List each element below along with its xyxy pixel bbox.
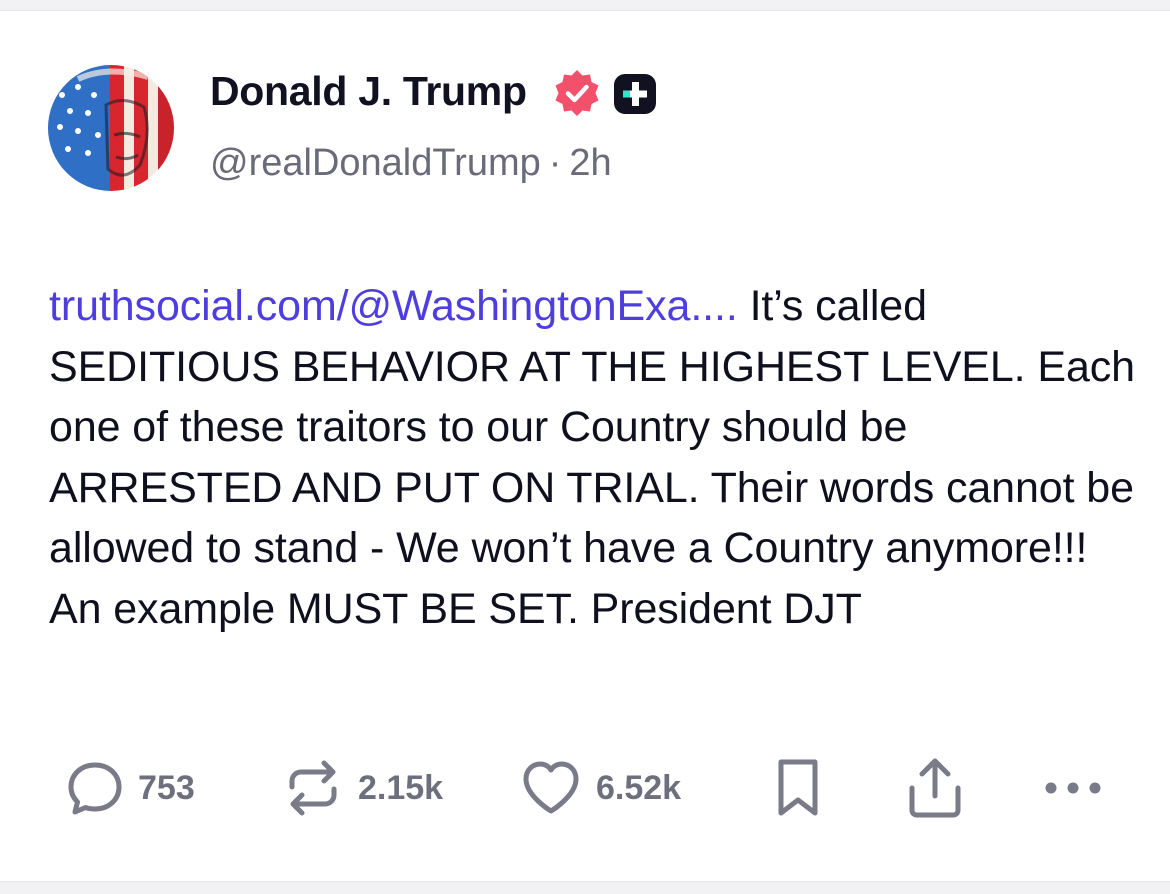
author-meta: @realDonaldTrump · 2h <box>210 142 612 185</box>
author-display-name[interactable]: Donald J. Trump <box>210 68 527 115</box>
more-options-icon <box>1040 778 1106 798</box>
post-body-text: It’s called SEDITIOUS BEHAVIOR AT THE HI… <box>49 282 1135 633</box>
author-handle[interactable]: @realDonaldTrump <box>210 142 541 184</box>
meta-separator: · <box>548 142 562 184</box>
reply-icon <box>66 759 124 817</box>
heart-icon <box>520 758 582 818</box>
truth-plus-badge-icon <box>612 72 658 116</box>
bookmark-button[interactable] <box>772 756 824 820</box>
share-button[interactable] <box>904 756 966 820</box>
avatar[interactable] <box>48 65 174 191</box>
retruth-button[interactable]: 2.15k <box>282 756 443 820</box>
post-link[interactable]: truthsocial.com/@WashingtonExa.... <box>49 282 738 330</box>
bottom-divider <box>0 881 1170 894</box>
post-timestamp[interactable]: 2h <box>569 142 611 184</box>
post-text: truthsocial.com/@WashingtonExa.... It’s … <box>49 276 1139 639</box>
more-options-button[interactable] <box>1040 756 1106 820</box>
retruth-icon <box>282 757 344 819</box>
bookmark-icon <box>772 757 824 819</box>
reply-button[interactable]: 753 <box>66 756 195 820</box>
reply-count: 753 <box>138 768 195 807</box>
like-button[interactable]: 6.52k <box>520 756 681 820</box>
retruth-count: 2.15k <box>358 768 444 807</box>
share-icon <box>904 756 966 820</box>
verified-badge-icon <box>552 68 602 118</box>
like-count: 6.52k <box>596 768 682 807</box>
top-divider <box>0 0 1170 11</box>
